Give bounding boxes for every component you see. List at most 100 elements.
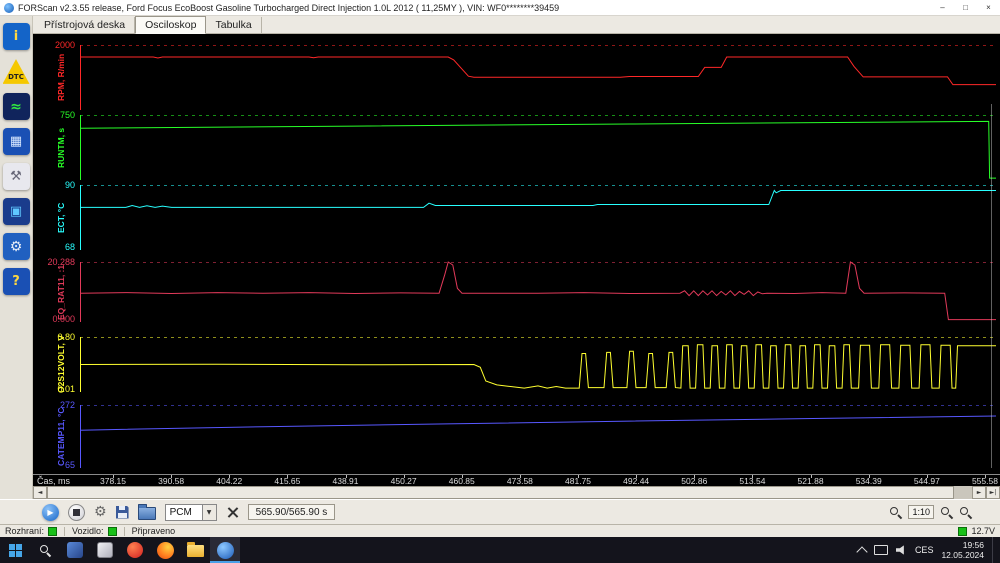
- max-value-o2s12volt: 0.80: [33, 333, 75, 342]
- taskbar-search-button[interactable]: [30, 537, 60, 563]
- time-tick: 481.75: [556, 476, 600, 486]
- trace-o2s12volt: [80, 345, 996, 388]
- time-tick: 390.58: [149, 476, 193, 486]
- scrollbar-thumb[interactable]: [47, 486, 954, 499]
- play-button[interactable]: ▶: [42, 504, 59, 521]
- app-window-1-icon: [67, 542, 83, 558]
- max-value-eq_rat11: 20.288: [33, 258, 75, 267]
- language-indicator[interactable]: CES: [915, 545, 934, 555]
- help-icon[interactable]: ?: [3, 268, 30, 295]
- taskbar-app-file-explorer[interactable]: [180, 537, 210, 563]
- channel-name-catemp11: CATEMP11, °C: [55, 405, 67, 468]
- battery-voltage: 12.7V: [971, 526, 995, 536]
- ready-status: Připraveno: [132, 526, 176, 536]
- channel-name-runtm: RUNTM, s: [55, 115, 67, 180]
- zoom-ratio-display: 1:10: [908, 505, 934, 519]
- taskbar-app-app-window-3[interactable]: [120, 537, 150, 563]
- time-axis-label: Čas, ms: [37, 476, 70, 486]
- trace-ect: [80, 191, 996, 208]
- dtc-icon[interactable]: DTC: [3, 58, 30, 85]
- taskbar-apps: [60, 537, 240, 563]
- show-desktop-button[interactable]: [992, 537, 997, 563]
- titlebar: FORScan v2.3.55 release, Ford Focus EcoB…: [0, 0, 1000, 16]
- file-explorer-icon: [187, 545, 204, 557]
- trace-runtm: [80, 121, 996, 178]
- channel-name-ect: ECT, °C: [55, 185, 67, 250]
- chevron-down-icon[interactable]: ▼: [202, 505, 216, 520]
- module-select[interactable]: PCM ▼: [165, 504, 217, 521]
- tray-chevron-up-icon[interactable]: [856, 546, 867, 557]
- statusbar-divider: [124, 527, 125, 536]
- max-value-ect: 90: [33, 181, 75, 190]
- vehicle-info-icon[interactable]: i: [3, 23, 30, 50]
- close-button[interactable]: ×: [977, 0, 1000, 15]
- playback-time-display: 565.90/565.90 s: [248, 504, 336, 520]
- scope-settings-gear-icon[interactable]: ⚙: [94, 505, 107, 519]
- clock-date: 12.05.2024: [941, 550, 984, 560]
- start-button[interactable]: [0, 537, 30, 563]
- firefox-icon: [157, 542, 174, 559]
- clear-plot-icon[interactable]: [226, 506, 239, 519]
- tab-table[interactable]: Tabulka: [206, 17, 261, 33]
- time-tick: 544.97: [905, 476, 949, 486]
- zoom-controls: 1:10: [889, 505, 1000, 519]
- vehicle-status-indicator: [108, 527, 117, 536]
- channel-name-o2s12volt: O2S12VOLT, V: [55, 337, 67, 392]
- forscan-window: FORScan v2.3.55 release, Ford Focus EcoB…: [0, 0, 1000, 563]
- settings-icon[interactable]: ⚙: [3, 233, 30, 260]
- clock-time: 19:56: [963, 540, 984, 550]
- time-tick: 492.44: [614, 476, 658, 486]
- oscilloscope-panel: 2000RPM, R/min750RUNTM, s9068ECT, °C20.2…: [33, 34, 1000, 486]
- interface-status-indicator: [48, 527, 57, 536]
- status-bar: Rozhraní: Vozidlo: Připraveno 12.7V: [0, 524, 1000, 537]
- scroll-left-arrow[interactable]: ◄: [33, 486, 47, 499]
- taskbar-clock[interactable]: 19:56 12.05.2024: [941, 540, 984, 560]
- time-tick: 555.58: [963, 476, 1000, 486]
- open-record-icon[interactable]: [138, 507, 156, 520]
- search-icon: [39, 544, 52, 557]
- time-tick: 404.22: [207, 476, 251, 486]
- oscilloscope-icon[interactable]: ≈: [3, 93, 30, 120]
- time-tick: 438.91: [324, 476, 368, 486]
- stop-button[interactable]: [68, 504, 85, 521]
- save-record-icon[interactable]: [116, 506, 129, 519]
- time-tick: 415.65: [265, 476, 309, 486]
- taskbar-app-app-window-1[interactable]: [60, 537, 90, 563]
- tab-bar: Přístrojová deskaOsciloskopTabulka: [33, 16, 1000, 34]
- datalogger-icon[interactable]: ▦: [3, 128, 30, 155]
- tab-oscilloscope[interactable]: Osciloskop: [135, 16, 206, 34]
- max-value-rpm: 2000: [33, 41, 75, 50]
- time-tick: 450.27: [382, 476, 426, 486]
- system-tray: CES 19:56 12.05.2024: [858, 537, 1000, 563]
- sidebar-menu: i DTC ≈ ▦ ⚒ ▣ ⚙?: [0, 16, 33, 499]
- taskbar-app-forscan[interactable]: [210, 537, 240, 563]
- taskbar-app-firefox[interactable]: [150, 537, 180, 563]
- window-title: FORScan v2.3.55 release, Ford Focus EcoB…: [18, 3, 931, 13]
- zoom-in-icon[interactable]: [940, 506, 953, 519]
- maximize-button[interactable]: □: [954, 0, 977, 15]
- scrollbar-track[interactable]: [47, 486, 972, 499]
- time-tick: 460.85: [440, 476, 484, 486]
- forscan-logo-icon: [4, 3, 14, 13]
- time-tick: 378.15: [91, 476, 135, 486]
- configuration-icon[interactable]: ▣: [3, 198, 30, 225]
- tray-display-icon[interactable]: [874, 545, 888, 555]
- trace-catemp11: [80, 416, 996, 430]
- min-value-ect: 68: [33, 243, 75, 252]
- zoom-out-icon[interactable]: [889, 506, 902, 519]
- app-window-2-icon: [97, 542, 113, 558]
- zoom-fit-icon[interactable]: [959, 506, 972, 519]
- tray-volume-icon[interactable]: [896, 545, 907, 555]
- horizontal-scrollbar[interactable]: ◄ ► ►|: [33, 486, 1000, 499]
- windows-logo-icon: [9, 544, 22, 557]
- scroll-end-arrow[interactable]: ►|: [986, 486, 1000, 499]
- trace-rpm: [80, 57, 996, 85]
- time-tick: 513.54: [730, 476, 774, 486]
- scope-plot[interactable]: [80, 44, 996, 474]
- scroll-right-arrow[interactable]: ►: [972, 486, 986, 499]
- service-icon[interactable]: ⚒: [3, 163, 30, 190]
- time-axis: Čas, ms 378.15 390.58 404.22 415.65 438.91 45…: [33, 474, 1000, 486]
- tab-dashboard[interactable]: Přístrojová deska: [35, 17, 135, 33]
- taskbar-app-app-window-2[interactable]: [90, 537, 120, 563]
- minimize-button[interactable]: –: [931, 0, 954, 15]
